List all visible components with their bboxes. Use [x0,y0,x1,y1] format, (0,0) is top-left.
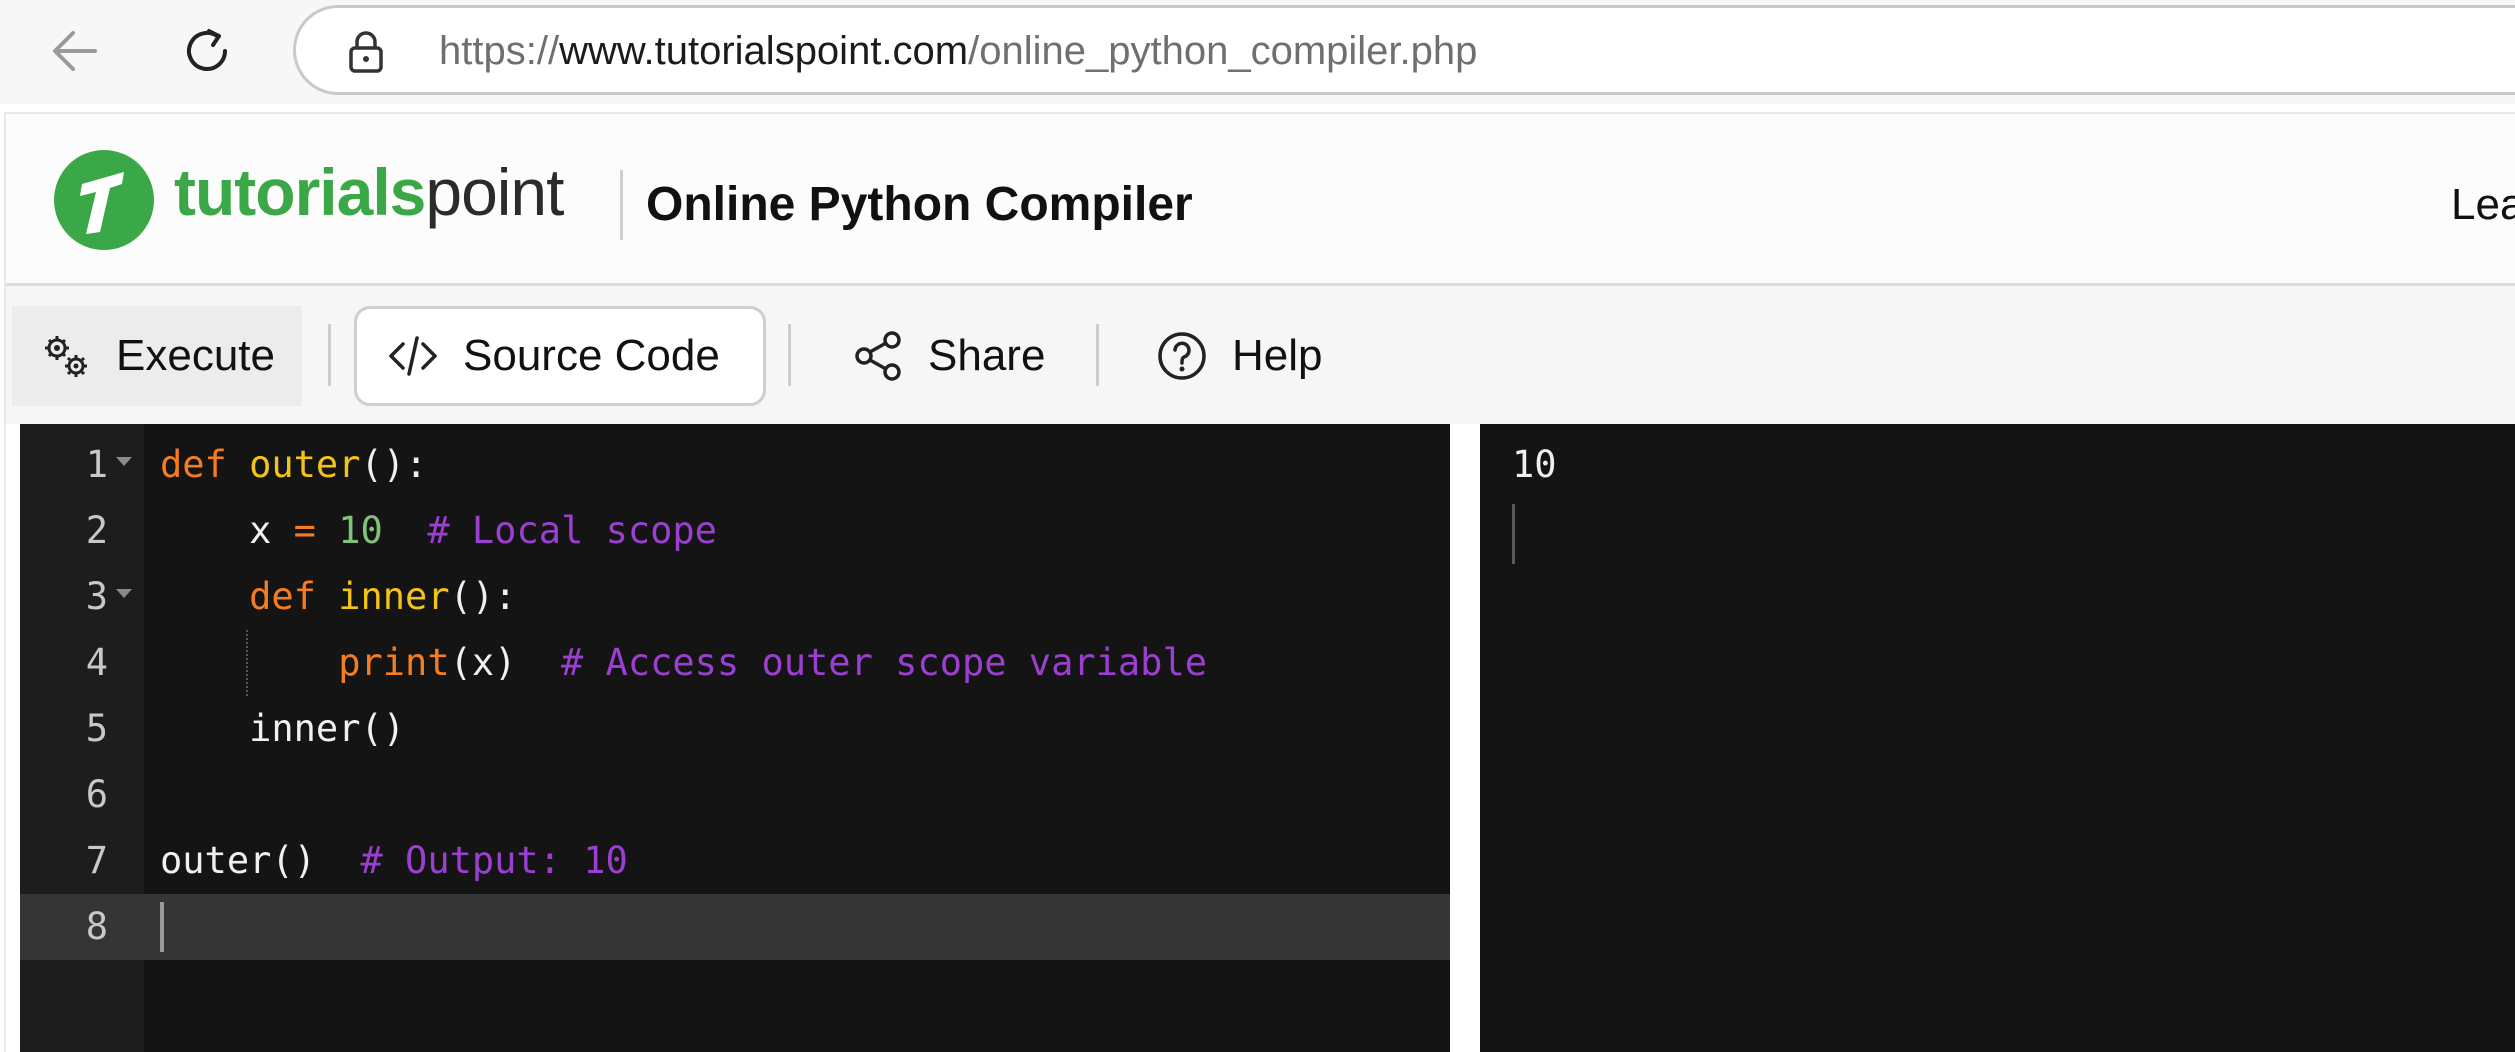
code-text: outer() # Output: 10 [160,828,628,894]
call-token: outer() [160,839,316,882]
line-number: 5 [85,707,108,750]
logo-text-regular: point [425,155,564,229]
variable-token: x [249,509,272,552]
toolbar-separator [328,324,331,386]
fold-arrow-icon[interactable] [116,589,132,598]
output-panel[interactable]: 10 [1480,424,2515,1052]
line-number: 1 [85,443,108,486]
code-line[interactable]: 6 [20,762,1450,828]
code-text: print(x) # Access outer scope variable [160,630,1207,696]
keyword-token: def [160,443,227,486]
code-line[interactable]: 5 inner() [20,696,1450,762]
source-code-button[interactable]: Source Code [354,306,766,406]
arguments-token: (x) [449,641,517,684]
page-title: Online Python Compiler [646,178,1193,231]
help-circle-icon [1154,328,1210,384]
comment-token: # Access outer scope variable [561,641,1208,684]
code-line[interactable]: 4 print(x) # Access outer scope variable [20,630,1450,696]
code-line[interactable]: 2 x = 10 # Local scope [20,498,1450,564]
output-text: 10 [1512,443,1557,486]
tutorialspoint-logo-icon[interactable] [52,148,156,252]
comment-token: # Output: 10 [360,839,628,882]
share-button[interactable]: Share [840,306,1070,406]
site-header: tutorialspoint Online Python Compiler Le… [6,114,2515,286]
line-number: 4 [85,641,108,684]
function-name-token: inner [338,575,450,618]
builtin-token: print [338,641,450,684]
text-cursor [160,902,164,952]
code-text: def inner(): [160,564,516,630]
code-icon [385,328,441,384]
share-icon [850,328,906,384]
call-token: inner() [249,707,406,750]
keyword-token: def [249,575,316,618]
code-line[interactable]: 7 outer() # Output: 10 [20,828,1450,894]
line-number: 2 [85,509,108,552]
line-number: 6 [85,773,108,816]
output-cursor [1512,504,1515,564]
url-host: www.tutorialspoint.com [559,29,969,73]
code-text: x = 10 # Local scope [160,498,717,564]
logo-wordmark[interactable]: tutorialspoint [174,152,564,232]
header-nav-link[interactable]: Lea [2451,172,2515,238]
browser-toolbar: https://www.tutorialspoint.com/online_py… [0,0,2515,104]
code-text: inner() [160,696,405,762]
number-token: 10 [338,509,383,552]
toolbar-separator [788,324,791,386]
url-path: /online_python_compiler.php [968,29,1478,73]
header-divider [620,170,623,240]
indent-token [160,641,338,684]
help-label: Help [1232,331,1323,380]
reload-button[interactable] [174,18,240,84]
indent-token [160,509,249,552]
comment-token: # Local scope [427,509,717,552]
code-text: def outer(): [160,432,427,498]
share-label: Share [928,331,1046,380]
back-button[interactable] [42,18,108,84]
logo-text-bold: tutorials [174,155,426,229]
arrow-left-icon [53,31,97,71]
indent-token [160,707,249,750]
compiler-toolbar: Execute Source Code Share Help [6,286,2515,424]
gears-icon [38,328,94,384]
function-name-token: outer [249,443,361,486]
code-line[interactable]: 1 def outer(): [20,432,1450,498]
page-content: tutorialspoint Online Python Compiler Le… [4,112,2515,1052]
operator-token: = [293,509,316,552]
help-button[interactable]: Help [1150,306,1380,406]
url-text: https://www.tutorialspoint.com/online_py… [439,26,1477,76]
line-number: 7 [85,839,108,882]
fold-arrow-icon[interactable] [116,457,132,466]
indent-token [160,575,249,618]
execute-button[interactable]: Execute [12,306,302,406]
lock-icon [349,31,383,73]
code-editor[interactable]: 1 def outer(): 2 x = 10 # Local scope 3 … [20,424,1450,1052]
line-number: 8 [85,905,108,948]
code-line[interactable]: 3 def inner(): [20,564,1450,630]
toolbar-separator [1096,324,1099,386]
active-code-line[interactable]: 8 [20,894,1450,960]
address-bar[interactable]: https://www.tutorialspoint.com/online_py… [293,5,2515,95]
source-code-label: Source Code [463,331,720,380]
reload-icon [187,29,227,71]
punctuation-token: (): [360,443,428,486]
line-number: 3 [85,575,108,618]
punctuation-token: (): [449,575,517,618]
url-scheme: https:// [439,29,560,73]
execute-label: Execute [116,331,275,380]
